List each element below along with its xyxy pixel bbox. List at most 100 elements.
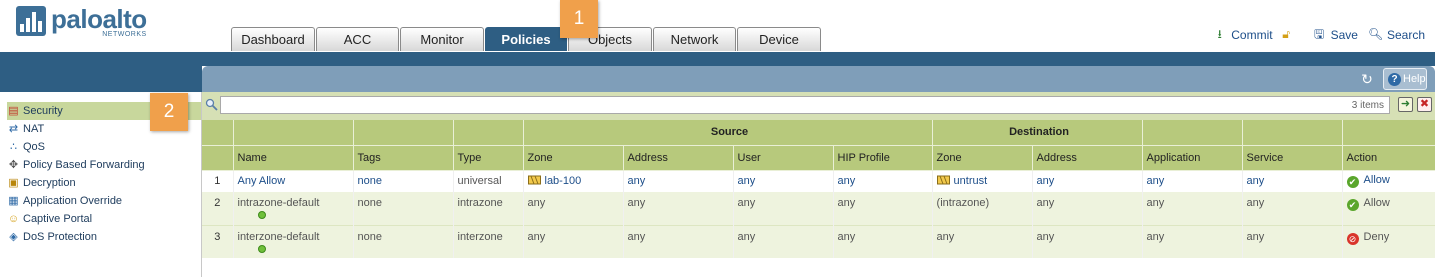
service: any	[1242, 192, 1343, 225]
source-address-value[interactable]: any	[628, 175, 646, 187]
tab-network[interactable]: Network	[653, 27, 736, 51]
lock-button[interactable]: 🔓︎	[1279, 27, 1298, 42]
paloalto-logo-mark	[16, 6, 46, 36]
tab-device[interactable]: Device	[737, 27, 821, 51]
rule-name[interactable]: intrazone-default	[233, 192, 354, 225]
column-header-user[interactable]: User	[733, 145, 834, 171]
sidebar-item-label: Policy Based Forwarding	[23, 159, 145, 171]
filter-input[interactable]	[220, 96, 1390, 114]
sidebar-item-pbf[interactable]: ✥ Policy Based Forwarding	[7, 156, 201, 174]
refresh-icon[interactable]: ↻	[1359, 71, 1375, 87]
application: any	[1142, 192, 1243, 225]
service-value[interactable]: any	[1247, 175, 1265, 187]
sidebar-item-qos[interactable]: ∴ QoS	[7, 138, 201, 156]
brand-name: paloalto	[51, 4, 147, 34]
column-header-action[interactable]: Action	[1342, 145, 1435, 171]
items-count: 3 items	[1351, 100, 1384, 111]
rule-action-value[interactable]: Allow	[1364, 197, 1390, 209]
destination-zone-value[interactable]: untrust	[954, 175, 988, 187]
service: any	[1242, 224, 1343, 258]
commit-icon: ⭳	[1217, 27, 1222, 41]
deny-icon: ⊘	[1346, 232, 1359, 245]
apply-filter-button[interactable]: ➜	[1398, 97, 1413, 112]
hip-profile: any	[833, 170, 933, 192]
rule-name-text[interactable]: intrazone-default	[238, 197, 320, 209]
rule-tags: none	[353, 170, 454, 192]
sidebar-item-dos[interactable]: ◈ DoS Protection	[7, 228, 201, 246]
app-override-icon: ▦	[8, 195, 19, 207]
header-spacer	[233, 120, 354, 146]
sidebar-item-label: NAT	[23, 123, 45, 135]
sidebar-item-app-override[interactable]: ▦ Application Override	[7, 192, 201, 210]
column-header-tags[interactable]: Tags	[353, 145, 454, 171]
clear-filter-button[interactable]: ✖	[1417, 97, 1432, 112]
hip-profile-value[interactable]: any	[838, 175, 856, 187]
lock-icon: ▣	[8, 177, 19, 189]
header-spacer	[1142, 120, 1243, 146]
save-label: Save	[1330, 27, 1358, 42]
column-header-name[interactable]: Name	[233, 145, 354, 171]
column-header-type[interactable]: Type	[453, 145, 524, 171]
rule-type: interzone	[453, 224, 524, 258]
table-row[interactable]: 2 intrazone-default none intrazone any a…	[202, 192, 1435, 225]
save-button[interactable]: 🖫︎ Save	[1312, 27, 1358, 42]
rule-name-text[interactable]: interzone-default	[238, 231, 320, 243]
rule-action-value[interactable]: Deny	[1364, 231, 1390, 243]
sidebar-item-decryption[interactable]: ▣ Decryption	[7, 174, 201, 192]
column-header-application[interactable]: Application	[1142, 145, 1243, 171]
destination-address: any	[1032, 192, 1143, 225]
lock-icon: 🔓︎	[1282, 27, 1290, 41]
tab-monitor[interactable]: Monitor	[400, 27, 484, 51]
column-header-destination-zone[interactable]: Zone	[932, 145, 1033, 171]
column-header-source-zone[interactable]: Zone	[523, 145, 624, 171]
callout-badge-2: 2	[150, 93, 188, 131]
group-header-row: Source Destination	[202, 120, 1435, 146]
rule-name[interactable]: interzone-default	[233, 224, 354, 258]
rules-panel: ↻ ? Help 3 items ➜ ✖ Source Destination	[202, 66, 1435, 277]
paloalto-logo: paloalto NETWORKS	[16, 6, 147, 38]
rule-action-value[interactable]: Allow	[1364, 174, 1390, 186]
source-group-header: Source	[523, 120, 933, 146]
tab-policies[interactable]: Policies	[485, 27, 567, 51]
rule-tags: none	[353, 224, 454, 258]
row-index: 2	[202, 192, 234, 225]
destination-zone: any	[932, 224, 1033, 258]
column-header-destination-address[interactable]: Address	[1032, 145, 1143, 171]
main-tabs: Dashboard ACC Monitor Policies Objects N…	[231, 27, 822, 51]
security-rules-table: Source Destination Name Tags Type Zone A…	[202, 120, 1435, 258]
source-user-value[interactable]: any	[738, 175, 756, 187]
header-spacer	[453, 120, 524, 146]
row-index: 1	[202, 170, 234, 192]
table-row[interactable]: 1 Any Allow none universal lab-100 any a…	[202, 170, 1435, 192]
search-button[interactable]: 🔍︎ Search	[1368, 27, 1425, 42]
source-address: any	[623, 170, 734, 192]
column-header-source-address[interactable]: Address	[623, 145, 734, 171]
commit-button[interactable]: ⭳ Commit	[1212, 27, 1273, 42]
sidebar-item-label: Application Override	[23, 195, 123, 207]
tab-acc[interactable]: ACC	[316, 27, 399, 51]
sidebar-item-label: DoS Protection	[23, 231, 97, 243]
rule-name[interactable]: Any Allow	[233, 170, 354, 192]
destination-address-value[interactable]: any	[1037, 175, 1055, 187]
sidebar-item-captive-portal[interactable]: ☺ Captive Portal	[7, 210, 201, 228]
header-spacer	[353, 120, 454, 146]
nat-icon: ⇄	[8, 123, 19, 135]
application-value[interactable]: any	[1147, 175, 1165, 187]
rule-tags: none	[353, 192, 454, 225]
source-zone-value[interactable]: lab-100	[545, 175, 582, 187]
column-header-hip-profile[interactable]: HIP Profile	[833, 145, 933, 171]
rule-action: ✔ Allow	[1342, 192, 1435, 225]
help-icon: ?	[1388, 72, 1401, 86]
rule-name-link[interactable]: Any Allow	[238, 175, 286, 187]
rule-tags-value[interactable]: none	[358, 175, 382, 187]
help-button[interactable]: ? Help	[1383, 68, 1427, 90]
sidebar-item-label: Decryption	[23, 177, 76, 189]
row-index: 3	[202, 224, 234, 258]
column-header-index	[202, 145, 234, 171]
column-header-service[interactable]: Service	[1242, 145, 1343, 171]
header-spacer	[1342, 120, 1435, 146]
commit-label: Commit	[1231, 27, 1273, 42]
allow-icon: ✔	[1346, 176, 1359, 189]
tab-dashboard[interactable]: Dashboard	[231, 27, 315, 51]
table-row[interactable]: 3 interzone-default none interzone any a…	[202, 224, 1435, 258]
